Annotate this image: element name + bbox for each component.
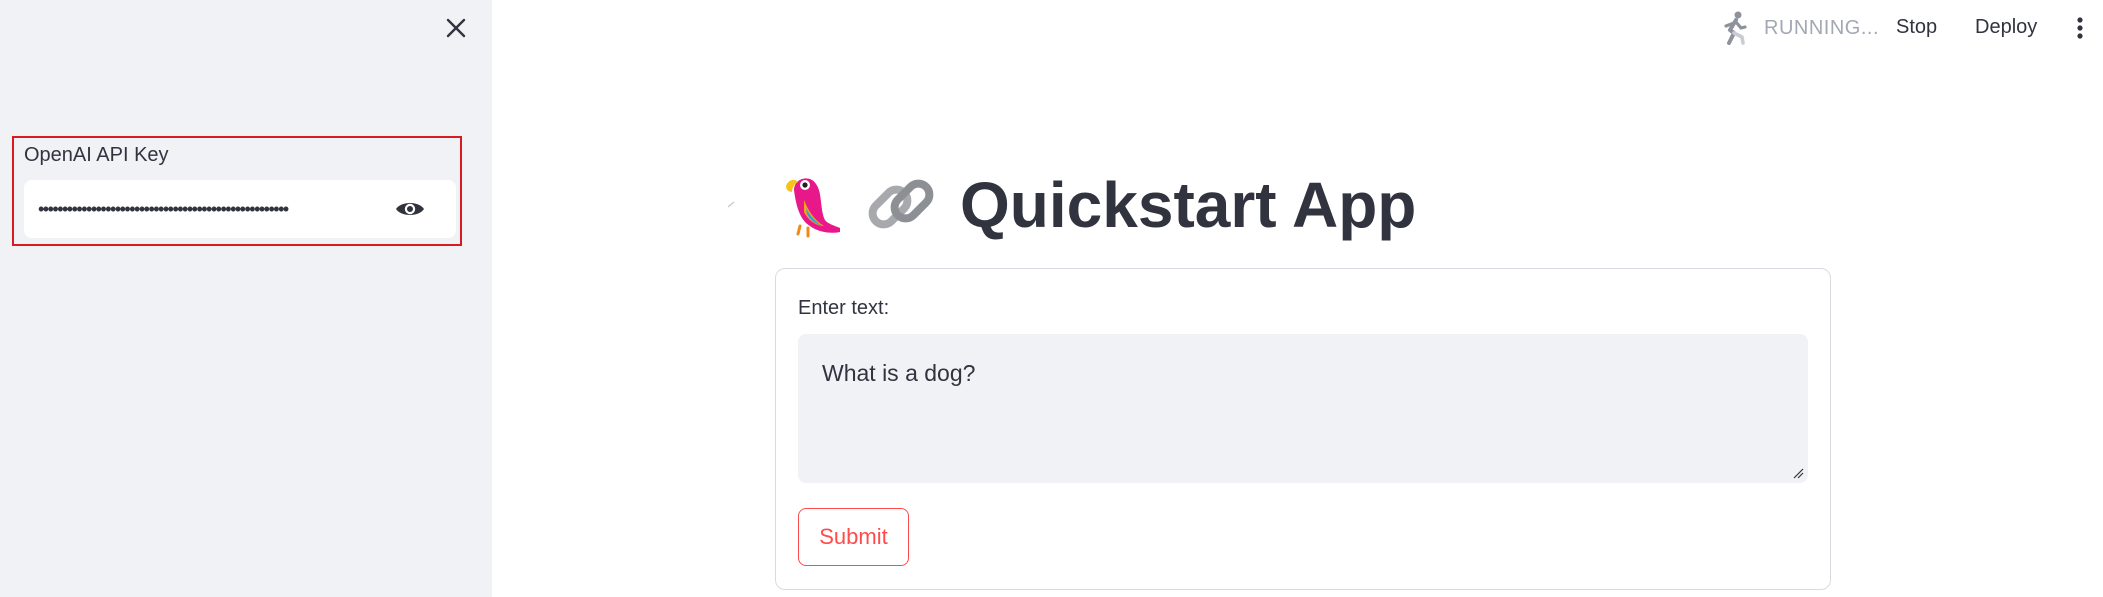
enter-text-value[interactable]: What is a dog?: [822, 360, 975, 387]
chain-link-icon: [868, 179, 934, 229]
enter-text-textarea[interactable]: What is a dog?: [798, 334, 1808, 483]
title-anchor-link[interactable]: [726, 196, 736, 208]
running-status-text: RUNNING...: [1764, 16, 1879, 39]
resize-grip-icon[interactable]: [1792, 467, 1804, 479]
parrot-icon: [786, 178, 840, 238]
close-icon: [446, 18, 466, 38]
eye-icon: [396, 203, 424, 215]
deploy-button[interactable]: Deploy: [1975, 12, 2037, 42]
close-sidebar-button[interactable]: [442, 14, 470, 42]
enter-text-label: Enter text:: [798, 297, 890, 319]
sidebar: OpenAI API Key •••••••••••••••••••••••••…: [0, 0, 492, 597]
stop-button[interactable]: Stop: [1896, 12, 1937, 42]
submit-button[interactable]: Submit: [798, 508, 909, 566]
main-menu-button[interactable]: [2070, 12, 2090, 44]
show-password-button[interactable]: [390, 193, 430, 225]
api-key-masked-value[interactable]: ••••••••••••••••••••••••••••••••••••••••…: [38, 198, 393, 220]
api-key-input[interactable]: ••••••••••••••••••••••••••••••••••••••••…: [24, 180, 456, 238]
api-key-label: OpenAI API Key: [24, 144, 169, 166]
running-man-icon: [1716, 8, 1752, 48]
vertical-dots-icon: [2077, 17, 2083, 39]
page-title: Quickstart App: [960, 169, 1417, 241]
page-title-row: Quickstart App: [780, 160, 1416, 250]
anchor-link-icon: [727, 201, 735, 208]
running-status: RUNNING...: [1716, 8, 1879, 48]
